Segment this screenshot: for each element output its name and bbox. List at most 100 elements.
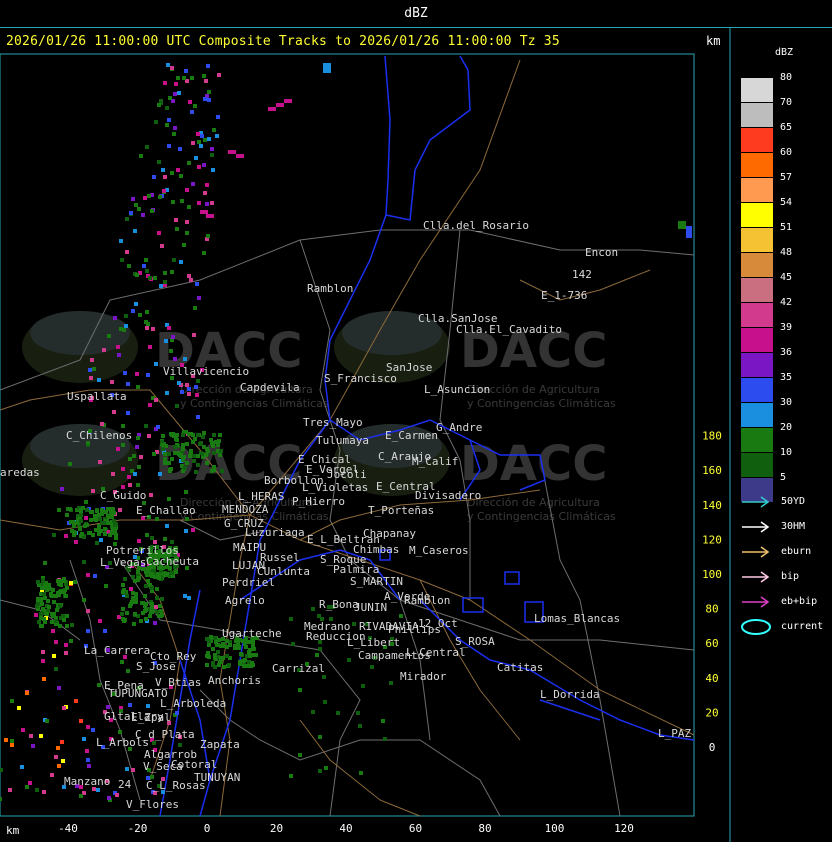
- y-tick-label: 100: [702, 568, 722, 581]
- echo-pixel: [42, 592, 46, 596]
- echo-pixel: [123, 577, 127, 581]
- echo-pixel: [161, 447, 165, 451]
- echo-pixel: [166, 63, 170, 67]
- echo-pixel: [65, 624, 69, 628]
- place-label: Anchoris: [208, 674, 261, 687]
- y-tick-label: 120: [702, 533, 722, 546]
- place-label: L_Central: [406, 646, 466, 659]
- echo-pixel: [268, 107, 276, 111]
- echo-pixel: [107, 796, 111, 800]
- echo-pixel: [160, 613, 164, 617]
- echo-pixel: [163, 271, 167, 275]
- place-label: L_HERAS: [238, 490, 284, 503]
- echo-pixel: [178, 743, 182, 747]
- echo-pixel: [228, 150, 236, 154]
- echo-pixel: [79, 508, 83, 512]
- echo-pixel: [171, 200, 175, 204]
- echo-pixel: [141, 213, 145, 217]
- echo-pixel: [156, 425, 160, 429]
- echo-pixel: [210, 201, 214, 205]
- echo-pixel: [41, 659, 45, 663]
- legend-swatch-label: 57: [780, 172, 793, 183]
- echo-pixel: [10, 743, 14, 747]
- radar-map[interactable]: DACC Dirección de Agricultura y Continge…: [0, 0, 832, 842]
- echo-pixel: [144, 617, 148, 621]
- echo-pixel: [146, 704, 150, 708]
- echo-pixel: [119, 239, 123, 243]
- echo-pixel: [51, 629, 55, 633]
- echo-pixel: [399, 614, 403, 618]
- echo-pixel: [126, 411, 130, 415]
- echo-pixel: [95, 509, 99, 513]
- echo-pixel: [323, 700, 327, 704]
- echo-pixel: [254, 653, 258, 657]
- place-label: L_Violetas: [302, 481, 368, 494]
- legend-swatch: [741, 328, 773, 352]
- legend-panel: dBZ 80 70 65 60 57 54 51 48 45 42 39 36 35 30 20 10 5 50…: [731, 28, 832, 842]
- echo-pixel: [686, 226, 692, 238]
- place-label: MENDOZA: [222, 503, 269, 516]
- echo-pixel: [361, 684, 365, 688]
- echo-pixel: [62, 618, 66, 622]
- echo-pixel: [246, 664, 250, 668]
- echo-pixel: [152, 175, 156, 179]
- place-label: E_1-736: [541, 289, 587, 302]
- echo-pixel: [175, 227, 179, 231]
- place-label: TUPUNGATO: [108, 687, 168, 700]
- echo-pixel: [64, 651, 68, 655]
- place-label: Ugarteche: [222, 627, 282, 640]
- place-label: Cacheuta: [146, 555, 199, 568]
- echo-pixel: [220, 469, 224, 473]
- echo-pixel: [50, 620, 54, 624]
- echo-pixel: [150, 586, 154, 590]
- echo-pixel: [207, 90, 211, 94]
- echo-pixel: [219, 449, 223, 453]
- echo-pixel: [167, 497, 171, 501]
- echo-pixel: [191, 141, 195, 145]
- echo-pixel: [64, 594, 68, 598]
- echo-pixel: [122, 328, 126, 332]
- echo-pixel: [192, 454, 196, 458]
- echo-pixel: [134, 203, 138, 207]
- echo-pixel: [97, 683, 101, 687]
- echo-pixel: [157, 103, 161, 107]
- place-label: La_Carrera: [84, 644, 150, 657]
- echo-pixel: [165, 524, 169, 528]
- echo-pixel: [42, 677, 46, 681]
- echo-pixel: [133, 472, 137, 476]
- echo-pixel: [79, 513, 83, 517]
- echo-pixel: [131, 596, 135, 600]
- echo-pixel: [103, 527, 107, 531]
- echo-pixel: [88, 368, 92, 372]
- echo-pixel: [183, 594, 187, 598]
- legend-swatch: [741, 378, 773, 402]
- echo-pixel: [196, 454, 200, 458]
- echo-pixel: [162, 572, 166, 576]
- place-label: 24: [118, 778, 132, 791]
- echo-pixel: [160, 597, 164, 601]
- echo-pixel: [85, 508, 89, 512]
- echo-pixel: [678, 221, 686, 229]
- echo-pixel: [200, 210, 208, 214]
- track-label: eb+bip: [781, 596, 818, 607]
- echo-pixel: [174, 218, 178, 222]
- echo-pixel: [185, 461, 189, 465]
- echo-pixel: [182, 455, 186, 459]
- echo-pixel: [201, 435, 205, 439]
- echo-pixel: [135, 372, 139, 376]
- place-label: Tres_Mayo: [303, 416, 363, 429]
- echo-pixel: [173, 126, 177, 130]
- place-label: Encon: [585, 246, 618, 259]
- place-label: Carrizal: [272, 662, 325, 675]
- echo-pixel: [217, 73, 221, 77]
- echo-pixel: [170, 270, 174, 274]
- echo-pixel: [219, 644, 223, 648]
- echo-pixel: [64, 534, 68, 538]
- echo-pixel: [318, 647, 322, 651]
- echo-pixel: [163, 81, 167, 85]
- echo-pixel: [189, 278, 193, 282]
- echo-pixel: [145, 310, 149, 314]
- echo-pixel: [148, 276, 152, 280]
- echo-pixel: [183, 466, 187, 470]
- y-tick-label: 160: [702, 464, 722, 477]
